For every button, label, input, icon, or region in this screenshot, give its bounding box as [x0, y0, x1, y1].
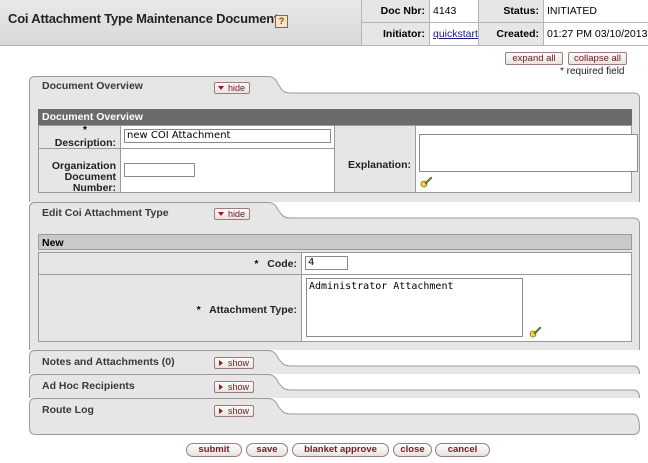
save-button[interactable]: save — [246, 443, 288, 457]
code-label: Code: — [267, 258, 297, 270]
tab-label-ad-hoc: Ad Hoc Recipients — [42, 380, 135, 392]
code-label-cell: * Code: — [38, 252, 302, 275]
org-doc-number-value-cell — [120, 148, 335, 193]
code-required-marker: * — [254, 258, 259, 270]
description-label-cell: * Description: — [38, 125, 121, 149]
triangle-right-icon — [219, 360, 223, 366]
show-label: show — [228, 406, 250, 416]
document-overview-panel: Document Overview * Description: new COI… — [29, 98, 640, 202]
tab-label-route-log: Route Log — [42, 404, 94, 416]
created-value: 01:27 PM 03/10/2013 — [544, 23, 648, 45]
code-value-cell: 4 — [301, 252, 632, 275]
doc-nbr-label: Doc Nbr: — [362, 0, 430, 22]
tab-route-log: Route Log show — [29, 398, 640, 435]
initiator-cell: quickstart — [430, 23, 479, 45]
status-label: Status: — [479, 0, 544, 22]
help-icon[interactable]: ? — [275, 15, 288, 28]
tab-edit-coi-attachment-type: Edit Coi Attachment Type hide — [29, 202, 640, 224]
route-log-show-button[interactable]: show — [214, 405, 255, 417]
attachment-type-textarea[interactable]: Administrator Attachment — [306, 278, 523, 337]
created-label: Created: — [479, 23, 544, 45]
tab-document-overview: Document Overview hide — [29, 76, 640, 98]
pencil-expand-icon[interactable] — [529, 325, 542, 338]
initiator-link[interactable]: quickstart — [433, 28, 478, 40]
org-doc-number-label: Organization Document Number: — [52, 161, 116, 194]
status-value: INITIATED — [544, 0, 648, 22]
description-value-cell: new COI Attachment — [120, 125, 335, 149]
show-label: show — [228, 382, 250, 392]
org-doc-number-input[interactable] — [124, 163, 195, 177]
attachment-type-label-wrap: * Attachment Type: — [197, 304, 297, 316]
attachment-type-label-cell: * Attachment Type: — [38, 274, 302, 342]
code-input[interactable]: 4 — [305, 256, 348, 270]
page-title: Coi Attachment Type Maintenance Document — [8, 11, 279, 26]
doc-nbr-value: 4143 — [430, 0, 479, 22]
code-label-wrap: * Code: — [254, 258, 297, 270]
attachment-type-value-cell: Administrator Attachment — [301, 274, 632, 342]
blanket-approve-button[interactable]: blanket approve — [292, 443, 389, 457]
document-overview-hide-button[interactable]: hide — [214, 82, 251, 94]
explanation-label: Explanation: — [347, 159, 411, 171]
submit-button[interactable]: submit — [186, 443, 242, 457]
collapse-all-button[interactable]: collapse all — [568, 52, 627, 65]
pencil-expand-icon[interactable] — [420, 175, 433, 188]
tab-label-edit-coi-attachment-type: Edit Coi Attachment Type — [42, 207, 169, 219]
tab-shape — [29, 398, 640, 435]
close-button[interactable]: close — [393, 443, 432, 457]
description-input[interactable]: new COI Attachment — [124, 129, 331, 143]
notes-show-button[interactable]: show — [214, 357, 255, 369]
edit-section-hide-button[interactable]: hide — [214, 208, 251, 220]
explanation-value-cell — [415, 125, 638, 193]
explanation-label-cell: Explanation: — [334, 125, 416, 193]
document-info-table: Doc Nbr: 4143 Status: INITIATED Initiato… — [361, 0, 648, 46]
document-overview-section-title: Document Overview — [38, 109, 632, 125]
initiator-label: Initiator: — [362, 23, 430, 45]
document-header: Coi Attachment Type Maintenance Document… — [0, 0, 648, 46]
org-doc-label-line3: Number: — [72, 182, 116, 194]
triangle-right-icon — [219, 408, 223, 414]
triangle-down-icon — [218, 212, 224, 216]
tab-notes-and-attachments: Notes and Attachments (0) show — [29, 350, 640, 374]
attachment-type-required-marker: * — [196, 304, 201, 316]
cancel-button[interactable]: cancel — [435, 443, 490, 457]
edit-section-panel: New * Code: 4 * Attachment Type: Adminis… — [29, 224, 640, 350]
tab-label-document-overview: Document Overview — [42, 80, 143, 92]
org-doc-number-label-cell: Organization Document Number: — [38, 148, 121, 194]
expand-all-button[interactable]: expand all — [505, 52, 563, 65]
new-subsection-title: New — [38, 234, 632, 250]
triangle-right-icon — [219, 384, 223, 390]
attachment-type-label: Attachment Type: — [209, 304, 297, 316]
show-label: show — [228, 358, 250, 368]
hide-label: hide — [228, 209, 246, 219]
hide-label: hide — [228, 83, 246, 93]
tab-label-notes: Notes and Attachments (0) — [42, 356, 175, 368]
tab-ad-hoc-recipients: Ad Hoc Recipients show — [29, 374, 640, 398]
description-required-marker: * — [82, 124, 87, 136]
triangle-down-icon — [218, 86, 224, 90]
explanation-textarea[interactable] — [419, 134, 638, 172]
ad-hoc-show-button[interactable]: show — [214, 381, 255, 393]
